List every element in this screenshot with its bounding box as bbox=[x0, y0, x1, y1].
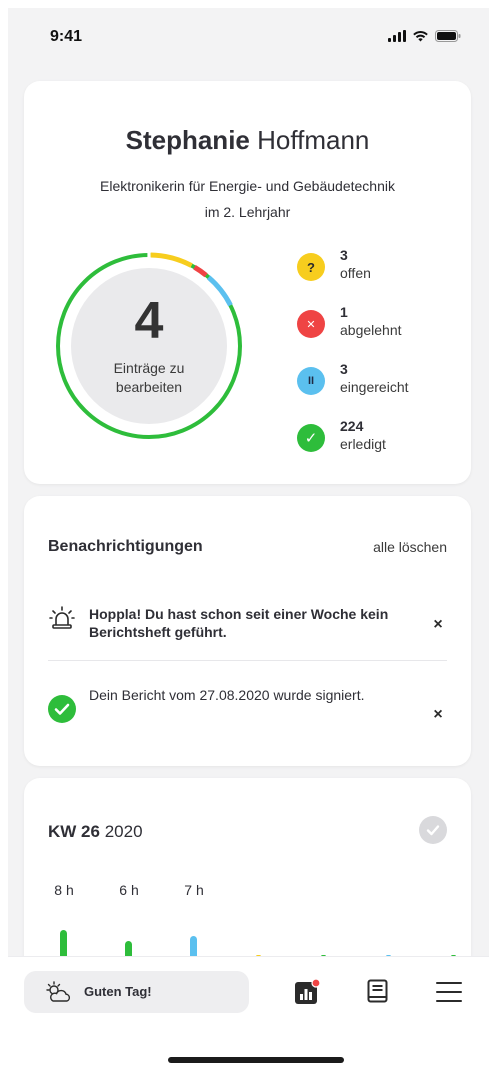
progress-ring[interactable]: 4 Einträge zu bearbeiten bbox=[54, 251, 244, 441]
ring-center: 4 Einträge zu bearbeiten bbox=[54, 251, 244, 441]
signal-icon bbox=[388, 30, 406, 42]
status-bar: 9:41 bbox=[8, 8, 489, 68]
phone-screen: 9:41 Stephanie Hoffmann Elektronikerin f… bbox=[8, 8, 489, 1072]
home-indicator[interactable] bbox=[168, 1057, 344, 1063]
week-number: KW 26 bbox=[48, 822, 100, 841]
day-hours-label: 6 h bbox=[119, 882, 139, 898]
notification-text: Dein Bericht vom 27.08.2020 wurde signie… bbox=[89, 687, 365, 703]
legend-item-rejected[interactable]: ✕ 1 abgelehnt bbox=[297, 304, 457, 344]
week-year: 2020 bbox=[104, 822, 143, 841]
open-entries-label: Einträge zu bearbeiten bbox=[99, 359, 199, 397]
week-check-icon[interactable] bbox=[419, 816, 447, 844]
open-entries-label-line-2: bearbeiten bbox=[115, 379, 183, 395]
day-hours-label: 7 h bbox=[184, 882, 204, 898]
legend-count: 224 bbox=[340, 418, 364, 434]
notification-item[interactable]: Hoppla! Du hast schon seit einer Woche k… bbox=[48, 596, 447, 646]
profile-role: Elektronikerin für Energie- und Gebäudet… bbox=[54, 173, 441, 225]
legend-item-submitted[interactable]: II 3 eingereicht bbox=[297, 361, 457, 401]
question-icon: ? bbox=[297, 253, 325, 281]
profile-card: Stephanie Hoffmann Elektronikerin für En… bbox=[24, 81, 471, 484]
x-icon: ✕ bbox=[297, 310, 325, 338]
open-entries-label-line-1: Einträge zu bbox=[113, 360, 185, 376]
notifications-card: Benachrichtigungen alle löschen Hoppla! … bbox=[24, 496, 471, 766]
legend-item-done[interactable]: ✓ 224 erledigt bbox=[297, 418, 457, 458]
greeting-label: Guten Tag! bbox=[84, 984, 152, 999]
legend-label: offen bbox=[340, 265, 371, 281]
notification-text: Hoppla! Du hast schon seit einer Woche k… bbox=[89, 606, 389, 640]
check-circle-icon bbox=[48, 695, 76, 723]
close-icon[interactable]: × bbox=[429, 706, 447, 724]
legend-item-open[interactable]: ? 3 offen bbox=[297, 247, 457, 287]
legend-label: abgelehnt bbox=[340, 322, 402, 338]
legend-label: eingereicht bbox=[340, 379, 409, 395]
status-time: 9:41 bbox=[50, 28, 83, 45]
alarm-light-icon bbox=[49, 606, 75, 629]
profile-name: Stephanie Hoffmann bbox=[24, 125, 471, 156]
pause-icon: II bbox=[297, 367, 325, 395]
legend-count: 1 bbox=[340, 304, 348, 320]
legend-label: erledigt bbox=[340, 436, 386, 452]
open-entries-count: 4 bbox=[134, 292, 164, 350]
notification-divider bbox=[48, 660, 447, 661]
sun-cloud-icon bbox=[46, 981, 71, 1002]
role-line-1: Elektronikerin für Energie- und Gebäudet… bbox=[100, 178, 395, 194]
check-icon: ✓ bbox=[297, 424, 325, 452]
notification-dot bbox=[311, 979, 320, 988]
week-title: KW 26 2020 bbox=[48, 822, 143, 842]
book-icon[interactable] bbox=[365, 979, 391, 1005]
wifi-icon bbox=[413, 30, 428, 42]
notifications-title: Benachrichtigungen bbox=[48, 538, 203, 555]
legend-count: 3 bbox=[340, 247, 348, 263]
notification-item[interactable]: Dein Bericht vom 27.08.2020 wurde signie… bbox=[48, 686, 447, 736]
battery-icon bbox=[435, 30, 461, 42]
role-line-2: im 2. Lehrjahr bbox=[204, 204, 291, 220]
legend-count: 3 bbox=[340, 361, 348, 377]
clear-all-button[interactable]: alle löschen bbox=[373, 539, 447, 555]
menu-icon[interactable] bbox=[436, 979, 462, 1005]
tab-bar: Guten Tag! bbox=[8, 956, 489, 1072]
last-name: Hoffmann bbox=[257, 125, 370, 155]
greeting-button[interactable]: Guten Tag! bbox=[24, 971, 249, 1013]
stats-icon[interactable] bbox=[294, 979, 320, 1005]
status-icons bbox=[388, 30, 461, 42]
first-name: Stephanie bbox=[125, 125, 250, 155]
day-hours-label: 8 h bbox=[54, 882, 74, 898]
close-icon[interactable]: × bbox=[429, 616, 447, 634]
